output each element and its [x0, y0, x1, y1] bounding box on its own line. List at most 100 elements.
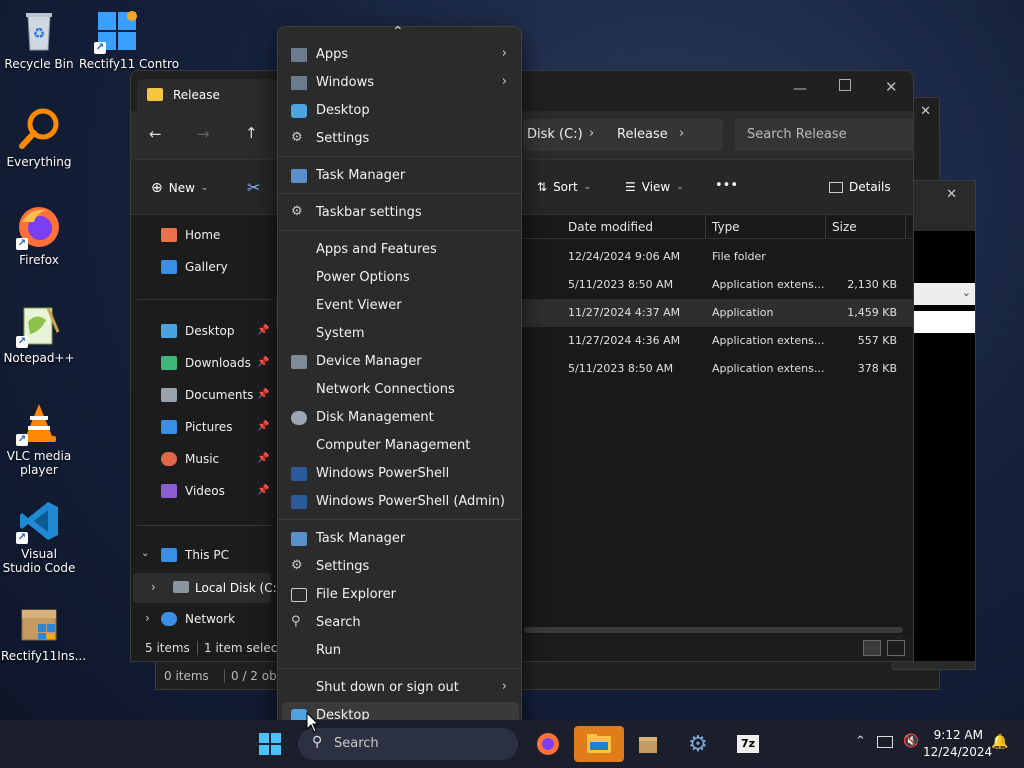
sidebar-item-label: Local Disk (C:)	[195, 581, 282, 595]
taskbar-archive[interactable]	[630, 726, 666, 762]
menu-item-device-manager[interactable]: Device Manager	[282, 348, 519, 376]
address-bar[interactable]: Disk (C:) › Release ›	[523, 119, 723, 151]
sidebar-item-music[interactable]: Music	[161, 445, 219, 473]
menu-item-disk-management[interactable]: Disk Management	[282, 404, 519, 432]
menu-item-search[interactable]: ⚲ Search	[282, 609, 519, 637]
cell-date: 5/11/2023 8:50 AM	[568, 278, 674, 291]
desktop-icon-vscode[interactable]: ↗ Visual Studio Code	[1, 498, 77, 575]
desktop-icon-label: Rectify11Ins...	[1, 649, 87, 663]
menu-item-settings[interactable]: ⚙ Settings	[282, 125, 519, 153]
display-icon[interactable]	[877, 736, 893, 748]
desktop-icon-vlc[interactable]: ↗ VLC media player	[1, 400, 77, 477]
desktop-icon	[291, 104, 307, 118]
taskbar-search[interactable]: ⚲ Search	[298, 728, 518, 760]
taskbar-7zip[interactable]: 7z	[730, 726, 766, 762]
speaker-muted-icon[interactable]: 🔇	[903, 734, 919, 749]
chevron-right-icon: ›	[679, 126, 685, 141]
menu-item-task-manager-2[interactable]: Task Manager	[282, 525, 519, 553]
menu-item-taskbar-settings[interactable]: ⚙ Taskbar settings	[282, 199, 519, 227]
sort-button[interactable]: ⇅ Sort ⌄	[537, 180, 591, 194]
text-field[interactable]	[913, 311, 975, 333]
close-icon[interactable]: ✕	[946, 187, 957, 202]
cut-icon[interactable]: ✂	[247, 178, 260, 197]
desktop-icon-notepadpp[interactable]: ↗ Notepad++	[1, 302, 77, 365]
menu-separator	[278, 668, 521, 669]
menu-item-apps[interactable]: Apps ›	[282, 41, 519, 69]
search-box[interactable]: Search Release	[735, 119, 913, 151]
menu-item-apps-and-features[interactable]: Apps and Features	[282, 236, 519, 264]
new-button[interactable]: ⊕ New ⌄	[151, 180, 208, 196]
breadcrumb-folder[interactable]: Release	[617, 127, 668, 142]
clock-date[interactable]: 12/24/2024	[923, 745, 992, 759]
dropdown-field[interactable]: ⌄	[913, 283, 975, 305]
tab-release[interactable]: Release	[137, 79, 287, 111]
chevron-down-icon: ⌄	[200, 183, 209, 193]
breadcrumb-drive[interactable]: Disk (C:)	[527, 127, 583, 142]
close-icon[interactable]: ✕	[920, 104, 931, 119]
maximize-button[interactable]	[839, 79, 851, 91]
desktop-icon-everything[interactable]: Everything	[1, 106, 77, 169]
forward-button[interactable]: →	[197, 125, 210, 143]
sidebar-item-documents[interactable]: Documents	[161, 381, 253, 409]
sidebar-item-downloads[interactable]: Downloads	[161, 349, 251, 377]
powershell-icon	[291, 495, 307, 509]
menu-item-powershell-admin[interactable]: Windows PowerShell (Admin)	[282, 488, 519, 516]
view-button[interactable]: ☰ View ⌄	[625, 180, 684, 194]
clock-time[interactable]: 9:12 AM	[929, 728, 983, 742]
sidebar-item-this-pc[interactable]: This PC	[161, 541, 229, 569]
sidebar-item-label: Music	[185, 452, 220, 466]
sidebar-item-gallery[interactable]: Gallery	[161, 253, 228, 281]
start-button[interactable]	[252, 726, 288, 762]
desktop-icon-recycle-bin[interactable]: ♻ Recycle Bin	[1, 8, 77, 71]
menu-item-powershell[interactable]: Windows PowerShell	[282, 460, 519, 488]
menu-item-file-explorer[interactable]: File Explorer	[282, 581, 519, 609]
chevron-down-icon[interactable]: ⌄	[141, 548, 149, 559]
menu-item-event-viewer[interactable]: Event Viewer	[282, 292, 519, 320]
details-view-toggle[interactable]	[863, 640, 881, 656]
menu-item-task-manager[interactable]: Task Manager	[282, 162, 519, 190]
minimize-button[interactable]: —	[793, 81, 807, 97]
close-button[interactable]: ✕	[885, 78, 898, 96]
menu-item-shutdown[interactable]: Shut down or sign out ›	[282, 674, 519, 702]
column-header-size[interactable]: Size	[826, 215, 906, 239]
chevron-right-icon[interactable]: ›	[145, 611, 150, 625]
menu-item-computer-management[interactable]: Computer Management	[282, 432, 519, 460]
menu-item-system[interactable]: System	[282, 320, 519, 348]
sidebar-item-videos[interactable]: Videos	[161, 477, 225, 505]
more-options-button[interactable]: •••	[715, 178, 738, 193]
desktop-icon-rectify11-installer[interactable]: Rectify11Ins...	[1, 600, 87, 663]
details-button[interactable]: Details	[829, 180, 891, 194]
desktop-icon-rectify11-control[interactable]: ↗ Rectify11 Contro	[79, 8, 179, 71]
up-button[interactable]: ↑	[245, 124, 258, 142]
sidebar-item-home[interactable]: Home	[161, 221, 220, 249]
sidebar-item-pictures[interactable]: Pictures	[161, 413, 233, 441]
sidebar-item-local-disk[interactable]: › Local Disk (C:)	[133, 573, 281, 603]
chevron-up-icon[interactable]: ⌃	[855, 734, 866, 749]
taskbar-file-explorer[interactable]	[574, 726, 624, 762]
taskbar-firefox[interactable]	[530, 726, 566, 762]
menu-item-power-options[interactable]: Power Options	[282, 264, 519, 292]
home-icon	[161, 228, 177, 242]
tab-title: Release	[173, 88, 220, 102]
desktop-icon-firefox[interactable]: ↗ Firefox	[1, 204, 77, 267]
back-button[interactable]: ←	[149, 125, 162, 143]
tiles-view-toggle[interactable]	[887, 640, 905, 656]
menu-item-desktop[interactable]: Desktop	[282, 97, 519, 125]
horizontal-scrollbar[interactable]	[524, 627, 903, 633]
menu-item-windows[interactable]: Windows ›	[282, 69, 519, 97]
status-bar: 5 items 1 item selecte	[131, 635, 913, 661]
menu-item-run[interactable]: Run	[282, 637, 519, 665]
scroll-up-icon[interactable]: ⌃	[392, 24, 404, 40]
sidebar-item-desktop[interactable]: Desktop	[161, 317, 235, 345]
taskbar-settings[interactable]: ⚙	[680, 726, 716, 762]
sidebar-item-label: This PC	[185, 548, 229, 562]
sidebar-item-network[interactable]: Network	[161, 605, 235, 633]
column-header-type[interactable]: Type	[706, 215, 826, 239]
recycle-bin-icon: ♻	[16, 8, 62, 54]
notification-bell-icon[interactable]: 🔔	[991, 734, 1008, 750]
sidebar-item-label: Downloads	[185, 356, 251, 370]
menu-item-settings-2[interactable]: ⚙ Settings	[282, 553, 519, 581]
menu-item-network-connections[interactable]: Network Connections	[282, 376, 519, 404]
column-header-date[interactable]: Date modified	[562, 215, 706, 239]
gear-icon: ⚙	[291, 558, 303, 573]
